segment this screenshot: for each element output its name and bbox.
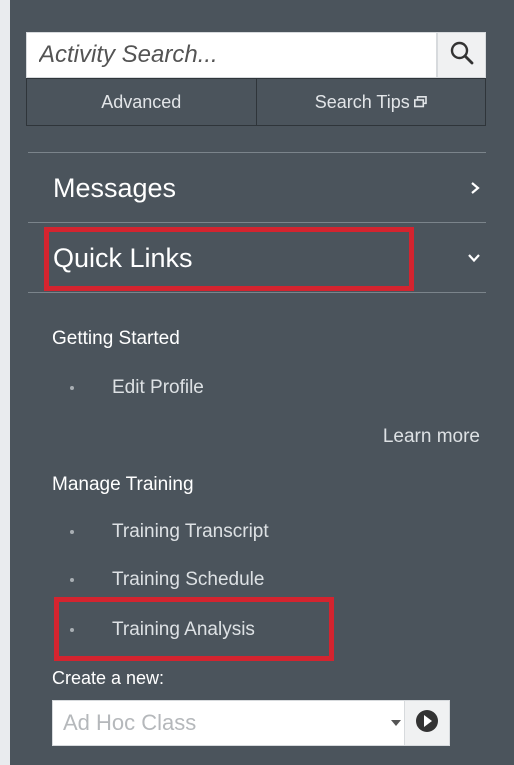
quick-links-highlight [44, 227, 414, 291]
learn-more-link[interactable]: Learn more [383, 426, 480, 448]
advanced-search-label: Advanced [101, 91, 182, 112]
training-transcript-link[interactable]: Training Transcript [70, 518, 269, 546]
training-schedule-label: Training Schedule [112, 569, 265, 590]
training-analysis-highlight [54, 597, 334, 661]
messages-label: Messages [53, 172, 177, 203]
training-transcript-label: Training Transcript [112, 521, 269, 542]
edit-profile-label: Edit Profile [112, 377, 204, 398]
activity-search [26, 32, 486, 78]
getting-started-title: Getting Started [52, 328, 180, 349]
divider [28, 292, 486, 293]
arrow-circle-right-icon [414, 708, 440, 739]
create-new-label: Create a new: [52, 668, 165, 688]
search-tips-label: Search Tips [314, 91, 410, 112]
create-new-selected-value: Ad Hoc Class [63, 710, 197, 735]
activity-search-input[interactable] [26, 32, 437, 78]
messages-menu-item[interactable]: Messages [28, 153, 486, 223]
training-schedule-link[interactable]: Training Schedule [70, 566, 264, 594]
create-new-select[interactable]: Ad Hoc Class [52, 700, 410, 746]
window-edge [0, 0, 10, 765]
chevron-right-icon [468, 180, 486, 196]
create-go-button[interactable] [404, 700, 450, 746]
search-tips-link[interactable]: Search Tips [255, 79, 486, 125]
bullet-icon [70, 578, 74, 582]
edit-profile-link[interactable]: Edit Profile [70, 374, 204, 402]
external-link-icon [413, 96, 427, 108]
advanced-search-link[interactable]: Advanced [27, 79, 256, 125]
manage-training-title: Manage Training [52, 474, 194, 495]
chevron-down-icon [466, 251, 486, 265]
search-button[interactable] [437, 32, 486, 78]
bullet-icon [70, 530, 74, 534]
bullet-icon [70, 386, 74, 390]
search-options: Advanced Search Tips [26, 78, 486, 126]
search-icon [449, 40, 475, 71]
